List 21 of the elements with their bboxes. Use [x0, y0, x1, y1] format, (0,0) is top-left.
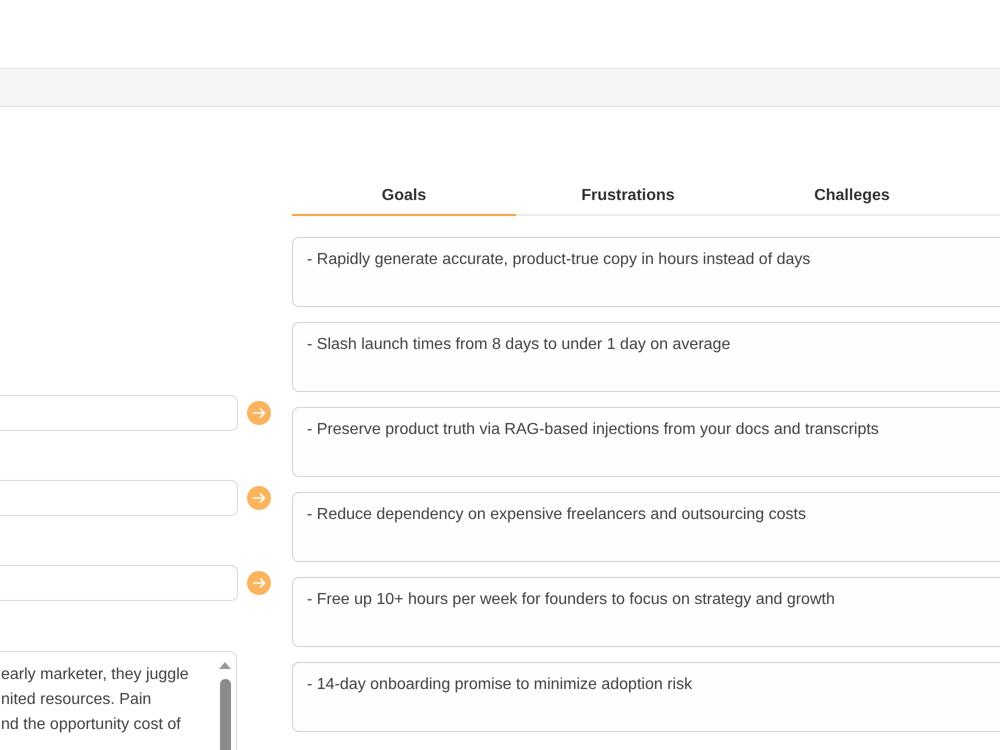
scrollbar-thumb[interactable] [220, 679, 230, 750]
goal-card: - Slash launch times from 8 days to under 1 day on average [292, 322, 1000, 392]
scroll-up-icon[interactable] [219, 662, 231, 669]
arrow-right-icon[interactable] [252, 406, 266, 420]
goal-card: - Reduce dependency on expensive freelancers and outsourcing costs [292, 492, 1000, 562]
submit-button[interactable] [247, 571, 271, 595]
goal-card: - Preserve product truth via RAG-based injections from your docs and transcripts [292, 407, 1000, 477]
goal-card: - 14-day onboarding promise to minimize adoption risk [292, 662, 1000, 732]
text-area[interactable]: early marketer, they juggle nited resources. Pain nd the opportunity cost of [0, 651, 237, 750]
goal-card: - Rapidly generate accurate, product-true copy in hours instead of days [292, 237, 1000, 307]
input-field[interactable] [0, 565, 238, 601]
submit-button[interactable] [247, 401, 271, 425]
tab[interactable]: Challeges [740, 178, 964, 216]
tab[interactable]: Goals [292, 178, 516, 216]
arrow-right-icon[interactable] [252, 491, 266, 505]
arrow-right-icon[interactable] [252, 576, 266, 590]
submit-button[interactable] [247, 486, 271, 510]
input-field[interactable] [0, 480, 238, 516]
input-field[interactable] [0, 395, 238, 431]
tab[interactable]: Frustrations [516, 178, 740, 216]
goal-card: - Free up 10+ hours per week for founders to focus on strategy and growth [292, 577, 1000, 647]
